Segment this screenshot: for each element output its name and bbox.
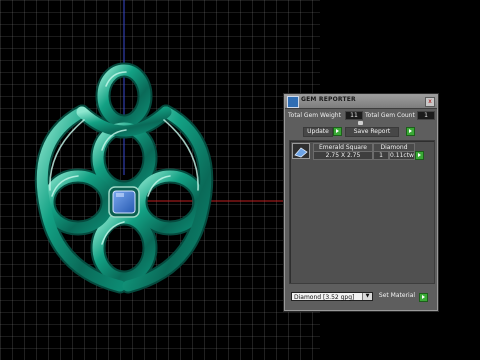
gem-list[interactable]: Emerald Square Diamond 2.75 X 2.75 1 0.1… xyxy=(289,140,435,284)
gem-report-icon xyxy=(287,96,299,108)
gem-reporter-panel: GEM REPORTER x Total Gem Weight 11 Total… xyxy=(284,94,438,311)
save-report-button[interactable]: Save Report xyxy=(345,127,399,137)
total-gem-weight-label: Total Gem Weight xyxy=(288,112,341,119)
set-material-button[interactable]: Set Material xyxy=(377,292,417,300)
gem-size-cell: 2.75 X 2.75 xyxy=(313,151,373,160)
update-button[interactable]: Update xyxy=(303,127,333,137)
material-dropdown-value: Diamond [3.52 gpg] xyxy=(294,294,355,301)
gem-row-select-arrow-icon[interactable] xyxy=(415,151,424,160)
gem-thumbnail-icon xyxy=(292,143,310,159)
panel-title: GEM REPORTER xyxy=(301,96,356,103)
gem-count-cell: 1 xyxy=(373,151,389,160)
total-gem-count-value: 1 xyxy=(417,111,435,120)
total-gem-weight-value: 11 xyxy=(345,111,363,120)
close-button[interactable]: x xyxy=(425,97,435,107)
save-report-arrow-icon[interactable] xyxy=(406,127,415,136)
material-dropdown[interactable]: Diamond [3.52 gpg] ▼ xyxy=(291,292,373,301)
chevron-down-icon[interactable]: ▼ xyxy=(362,293,372,300)
center-gem[interactable] xyxy=(108,186,140,218)
gem-weight-cell: 0.11ctw xyxy=(389,151,415,160)
total-gem-count-label: Total Gem Count xyxy=(365,112,415,119)
update-arrow-icon[interactable] xyxy=(333,127,342,136)
panel-titlebar[interactable]: GEM REPORTER x xyxy=(285,95,437,109)
splitter-handle[interactable] xyxy=(358,121,363,125)
set-material-arrow-icon[interactable] xyxy=(419,293,428,302)
